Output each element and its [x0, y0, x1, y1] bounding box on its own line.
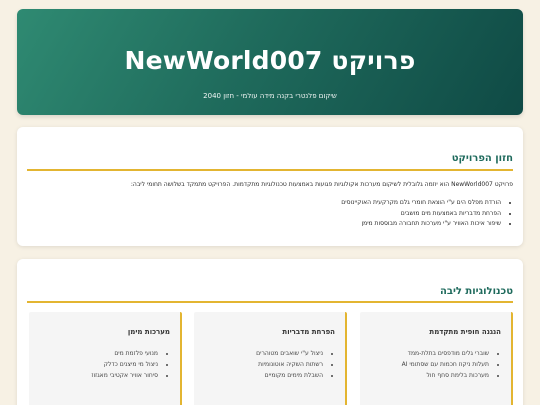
tech-box-title: הפרחת מדבריות — [282, 328, 335, 336]
tech-box-desert: הפרחת מדבריות ניצול ע"י שואבים מטוהרים ר… — [194, 312, 347, 405]
page-title: פרויקט NewWorld007 — [124, 46, 416, 75]
tech-divider — [27, 301, 513, 303]
vision-heading: חזון הפרויקט — [451, 153, 513, 164]
list-item: מערכות בלימת סחף חול — [354, 370, 489, 381]
tech-card: טכנולוגיות ליבה הנגנה חופית מתקדמת שוברי… — [17, 259, 523, 405]
tech-box-list: מנועי פלזמת מים ניצול מי מיצנים כדלק סיח… — [23, 348, 170, 381]
list-item: מנועי פלזמת מים — [23, 348, 158, 359]
list-item: שיפור איכות האוויר ע"י מערכות תחבורה מבו… — [15, 219, 501, 230]
list-item: השבלת מימים מקומיים — [188, 370, 323, 381]
list-item: סיחור אוויר אקטיבי מאגזוז — [23, 370, 158, 381]
vision-list: הורדת מפלס הים ע"י הוצאת חומרי גלם מקרקע… — [15, 198, 513, 230]
vision-divider — [27, 169, 513, 171]
list-item: ניצול מי מיצנים כדלק — [23, 359, 158, 370]
tech-box-list: שוברי גלים מודפסים בתלת-ממד תעלות ניקוז … — [354, 348, 501, 381]
list-item: הפרחת מדבריות באמצעות מים מושבים — [15, 209, 501, 220]
page: פרויקט NewWorld007 שיקום פלנטרי בקנה מיד… — [0, 0, 540, 405]
list-item: תעלות ניקוז חכמות עם שסתומי AI — [354, 359, 489, 370]
tech-box-title: הנגנה חופית מתקדמת — [429, 328, 501, 336]
vision-card: חזון הפרויקט פרויקט NewWorld007 הוא יוזמ… — [17, 127, 523, 246]
list-item: הורדת מפלס הים ע"י הוצאת חומרי גלם מקרקע… — [15, 198, 501, 209]
tech-box-list: ניצול ע"י שואבים מטוהרים רשתות השקיה אוט… — [188, 348, 335, 381]
tech-box-coastal: הנגנה חופית מתקדמת שוברי גלים מודפסים בת… — [360, 312, 513, 405]
hero-banner: פרויקט NewWorld007 שיקום פלנטרי בקנה מיד… — [17, 9, 523, 115]
vision-intro: פרויקט NewWorld007 הוא יוזמה גלובלית לשי… — [130, 181, 513, 188]
tech-box-title: מערכות מימן — [127, 328, 170, 336]
tech-box-hydrogen: מערכות מימן מנועי פלזמת מים ניצול מי מיצ… — [29, 312, 182, 405]
page-subtitle: שיקום פלנטרי בקנה מידה עולמי - חזון 2040 — [203, 92, 337, 100]
tech-heading: טכנולוגיות ליבה — [439, 286, 513, 297]
list-item: שוברי גלים מודפסים בתלת-ממד — [354, 348, 489, 359]
list-item: רשתות השקיה אוטונומיות — [188, 359, 323, 370]
list-item: ניצול ע"י שואבים מטוהרים — [188, 348, 323, 359]
